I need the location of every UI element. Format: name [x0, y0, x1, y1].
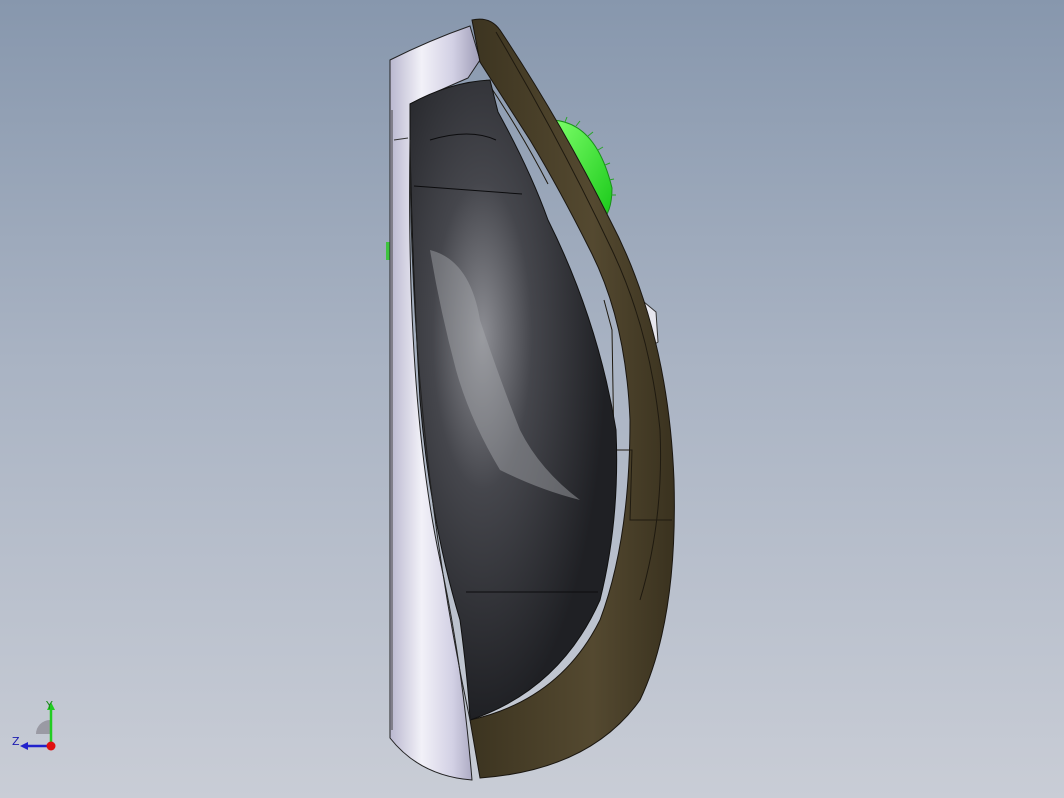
graphics-viewport[interactable]: Y Z: [0, 0, 1064, 798]
mouse-model[interactable]: [0, 0, 1064, 798]
left-edge-button: [386, 242, 390, 260]
triad-z-label: Z: [12, 735, 20, 748]
x-axis-icon: [46, 741, 56, 751]
triad-y-label: Y: [46, 699, 53, 712]
orientation-triad: [20, 702, 56, 751]
